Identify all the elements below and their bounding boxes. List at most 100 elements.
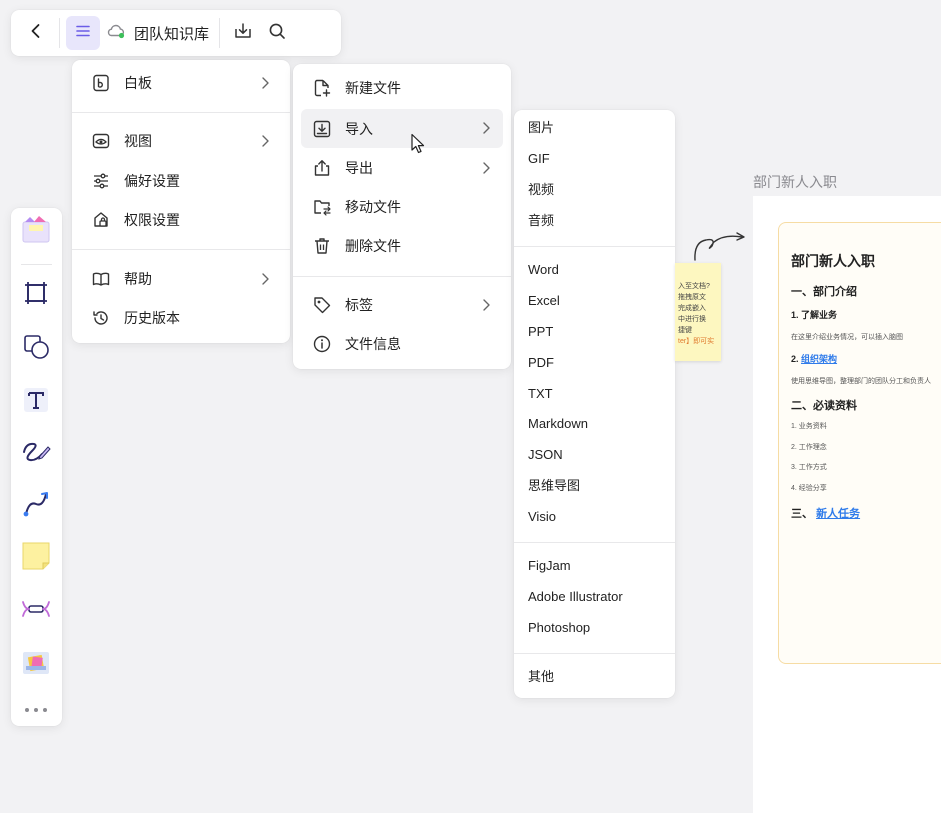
chevron-right-icon bbox=[258, 133, 272, 152]
toolbar-divider bbox=[21, 264, 52, 265]
canvas-arrow-drawing[interactable] bbox=[692, 228, 748, 269]
menu-item-delete-file[interactable]: 删除文件 bbox=[301, 227, 503, 265]
menu-item-label: 文件信息 bbox=[345, 336, 401, 352]
import-option-photoshop[interactable]: Photoshop bbox=[528, 618, 590, 638]
menu-item-label: 标签 bbox=[345, 297, 373, 313]
menu-item-permissions[interactable]: 权限设置 bbox=[80, 201, 282, 239]
main-menu-button[interactable] bbox=[66, 16, 100, 50]
top-toolbar: 团队知识库 bbox=[11, 10, 341, 56]
menu-item-import[interactable]: 导入 bbox=[301, 109, 503, 148]
import-icon bbox=[311, 118, 333, 140]
more-tools-button[interactable] bbox=[19, 693, 53, 727]
import-option-mindmap[interactable]: 思维导图 bbox=[528, 476, 580, 496]
import-option-pdf[interactable]: PDF bbox=[528, 353, 554, 373]
doc-list-item: 4. 经验分享 bbox=[791, 485, 827, 492]
new-file-icon bbox=[311, 77, 333, 99]
left-tool-palette bbox=[11, 208, 62, 726]
trash-icon bbox=[311, 235, 333, 257]
sticky-line: 入至文档? bbox=[678, 283, 710, 290]
templates-tool[interactable] bbox=[19, 214, 53, 248]
divider bbox=[59, 18, 60, 48]
import-submenu: 图片 GIF 视频 音频 Word Excel PPT PDF TXT Mark… bbox=[514, 110, 675, 698]
mouse-cursor-icon bbox=[410, 133, 426, 160]
document-title-text: 团队知识库 bbox=[134, 25, 210, 43]
menu-item-new-file[interactable]: 新建文件 bbox=[301, 69, 503, 107]
import-option-image[interactable]: 图片 bbox=[528, 118, 554, 138]
menu-item-label: 新建文件 bbox=[345, 80, 401, 96]
menu-item-label: 白板 bbox=[124, 75, 152, 91]
import-option-word[interactable]: Word bbox=[528, 260, 559, 280]
main-menu: 白板 视图 偏好设置 权限设置 帮助 历史版本 bbox=[72, 60, 290, 343]
import-option-visio[interactable]: Visio bbox=[528, 507, 556, 527]
menu-item-label: 删除文件 bbox=[345, 238, 401, 254]
widgets-icon bbox=[20, 647, 52, 684]
download-button[interactable] bbox=[226, 16, 260, 50]
widgets-tool[interactable] bbox=[19, 648, 53, 682]
menu-item-whiteboard[interactable]: 白板 bbox=[80, 64, 282, 102]
connector-tool[interactable] bbox=[19, 489, 53, 523]
mindmap-tool[interactable] bbox=[19, 594, 53, 628]
menu-item-label: 视图 bbox=[124, 133, 152, 149]
menu-item-move-file[interactable]: 移动文件 bbox=[301, 188, 503, 226]
sticky-note-tool[interactable] bbox=[19, 541, 53, 575]
import-option-ppt[interactable]: PPT bbox=[528, 322, 553, 342]
import-option-markdown[interactable]: Markdown bbox=[528, 414, 588, 434]
hamburger-menu-icon bbox=[74, 22, 92, 45]
import-option-json[interactable]: JSON bbox=[528, 445, 563, 465]
chevron-right-icon bbox=[479, 160, 493, 179]
sticky-line: 捷键 bbox=[678, 327, 692, 334]
doc-heading-prefix: 三、 bbox=[791, 508, 813, 520]
menu-item-label: 移动文件 bbox=[345, 199, 401, 215]
menu-item-label: 导入 bbox=[345, 120, 373, 137]
doc-heading-link: 三、 新人任务 bbox=[791, 505, 860, 521]
menu-item-export[interactable]: 导出 bbox=[301, 149, 503, 187]
sticky-line: ter】即可实 bbox=[678, 338, 715, 345]
doc-link[interactable]: 组织架构 bbox=[801, 354, 837, 364]
import-option-other[interactable]: 其他 bbox=[528, 667, 554, 687]
search-button[interactable] bbox=[260, 16, 294, 50]
menu-divider bbox=[514, 542, 675, 543]
frame-tool[interactable] bbox=[19, 278, 53, 312]
import-option-audio[interactable]: 音频 bbox=[528, 211, 554, 231]
menu-item-label: 偏好设置 bbox=[124, 173, 180, 189]
text-tool[interactable] bbox=[19, 385, 53, 419]
frame-icon bbox=[22, 279, 50, 312]
menu-divider bbox=[293, 276, 511, 277]
doc-list-item: 2. 工作理念 bbox=[791, 444, 827, 451]
menu-item-help[interactable]: 帮助 bbox=[80, 260, 282, 298]
sticky-note-icon bbox=[20, 540, 52, 577]
import-option-gif[interactable]: GIF bbox=[528, 149, 550, 169]
menu-item-tags[interactable]: 标签 bbox=[301, 286, 503, 324]
doc-heading: 二、必读资料 bbox=[791, 400, 857, 412]
menu-item-file-info[interactable]: 文件信息 bbox=[301, 325, 503, 363]
board-frame-label[interactable]: 部门新人入职 bbox=[753, 172, 837, 192]
pen-tool[interactable] bbox=[19, 437, 53, 471]
doc-link[interactable]: 新人任务 bbox=[816, 508, 860, 520]
shape-tool[interactable] bbox=[19, 332, 53, 366]
embedded-document-card[interactable]: 部门新人入职 一、部门介绍 1. 了解业务 在这里介绍业务情况，可以插入脑图 2… bbox=[778, 222, 941, 664]
import-option-excel[interactable]: Excel bbox=[528, 291, 560, 311]
menu-item-label: 导出 bbox=[345, 160, 373, 176]
import-option-figjam[interactable]: FigJam bbox=[528, 556, 571, 576]
menu-divider bbox=[514, 653, 675, 654]
export-icon bbox=[311, 157, 333, 179]
doc-subheading: 1. 了解业务 bbox=[791, 310, 838, 320]
import-option-illustrator[interactable]: Adobe Illustrator bbox=[528, 587, 623, 607]
canvas-sticky-note[interactable]: 入至文档? 拖拽原文 完成嵌入 中进行换 捷键 ter】即可实 bbox=[675, 263, 721, 361]
chevron-right-icon bbox=[258, 75, 272, 94]
sliders-icon bbox=[90, 170, 112, 192]
templates-icon bbox=[20, 213, 52, 250]
back-button[interactable] bbox=[19, 16, 53, 50]
text-icon bbox=[21, 385, 51, 420]
sticky-line: 中进行换 bbox=[678, 316, 706, 323]
connector-icon bbox=[21, 489, 51, 524]
doc-subheading-prefix: 2. bbox=[791, 354, 799, 364]
menu-item-preferences[interactable]: 偏好设置 bbox=[80, 162, 282, 200]
menu-item-history[interactable]: 历史版本 bbox=[80, 299, 282, 337]
history-icon bbox=[90, 307, 112, 329]
document-title[interactable]: 团队知识库 bbox=[100, 23, 213, 44]
import-option-txt[interactable]: TXT bbox=[528, 384, 553, 404]
menu-item-view[interactable]: 视图 bbox=[80, 122, 282, 160]
import-option-video[interactable]: 视频 bbox=[528, 180, 554, 200]
shape-icon bbox=[21, 332, 51, 367]
